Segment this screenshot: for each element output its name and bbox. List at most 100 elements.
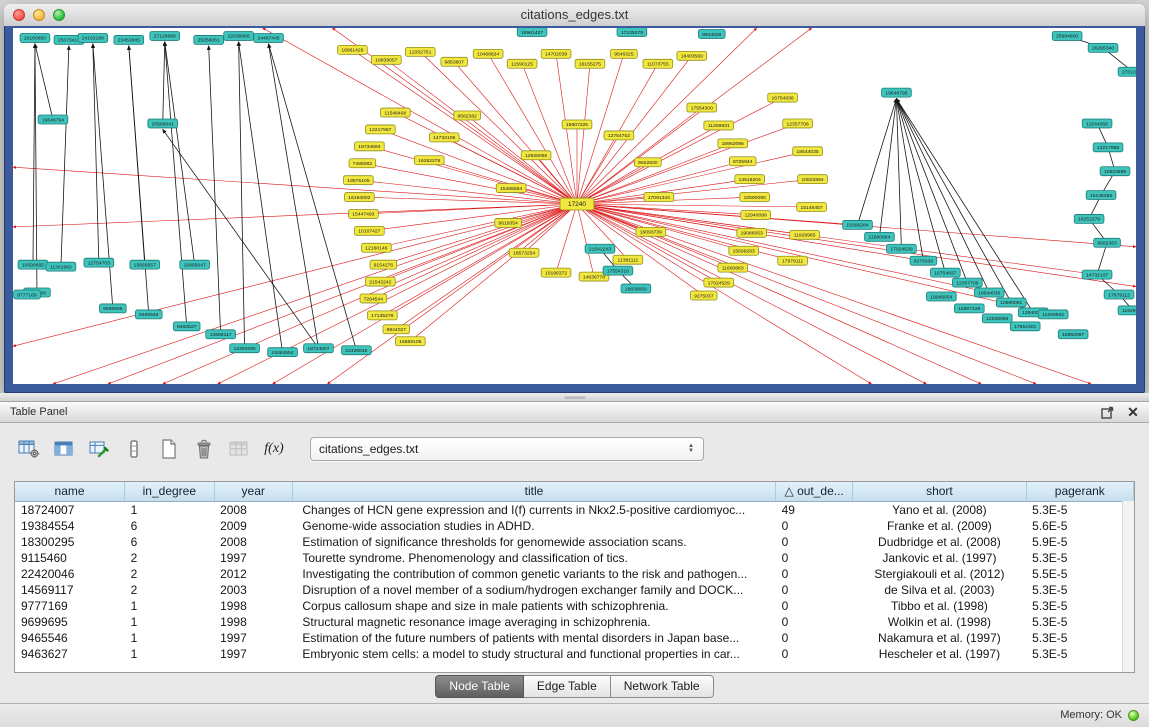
graph-edge[interactable] [577,204,594,277]
graph-edge[interactable] [273,204,577,384]
graph-node[interactable]: 17979111 [778,256,808,265]
graph-node[interactable]: 10468624 [473,49,503,58]
graph-node[interactable]: 18403560 [677,51,707,60]
column-header-title[interactable]: title [292,482,775,501]
graph-node[interactable]: 9853807 [441,57,468,66]
graph-node[interactable]: 8944027 [383,325,410,334]
graph-node[interactable]: 12202751 [405,47,435,56]
graph-node[interactable]: 11544069 [1082,119,1112,128]
graph-node[interactable]: 25056061 [194,35,224,44]
table-source-selector[interactable]: citations_edges.txt ▲▼ [310,437,704,461]
graph-node[interactable]: 9546325 [611,49,638,58]
graph-node[interactable]: 17554301 [1010,322,1040,331]
graph-node[interactable]: 25984600 [1052,31,1082,40]
edit-table-button[interactable] [86,436,112,462]
graph-node[interactable]: 9582382 [454,111,481,120]
column-header-out-de[interactable]: △ out_de... [776,482,853,501]
table-row[interactable]: 911546021997Tourette syndrome. Phenomeno… [15,550,1134,566]
graph-edge[interactable] [896,99,967,283]
graph-edge[interactable] [386,60,577,204]
graph-node[interactable]: 16962097 [1058,330,1088,339]
graph-node[interactable]: 16093739 [636,227,666,236]
new-document-button[interactable] [156,436,182,462]
graph-node[interactable]: 9582383 [1094,238,1121,247]
graph-edge[interactable] [373,204,577,298]
graph-node[interactable]: 12938058 [521,151,551,160]
graph-node[interactable]: 9154276 [370,260,397,269]
graph-edge[interactable] [108,204,577,384]
table-row[interactable]: 977716911998Corpus callosum shape and si… [15,598,1134,614]
tab-edge-table[interactable]: Edge Table [524,675,611,698]
graph-node[interactable]: 15907225 [562,120,592,129]
graph-node[interactable]: 14732107 [1082,270,1112,279]
graph-node[interactable]: 14732106 [429,133,459,142]
graph-node[interactable]: 14702039 [541,49,571,58]
graph-node[interactable]: 17135278 [367,311,397,320]
graph-edge[interactable] [33,44,35,265]
graph-node[interactable]: 26295340 [1088,43,1118,52]
graph-node[interactable]: 8725944 [729,157,756,166]
graph-node[interactable]: 20566041 [148,119,178,128]
graph-node[interactable]: 24162188 [78,33,108,42]
graph-node[interactable]: 18724007 [304,344,334,353]
graph-edge[interactable] [163,42,165,124]
graph-node[interactable]: 18573254 [509,248,539,257]
graph-node[interactable]: 16961427 [517,28,547,36]
graph-node[interactable]: 15659105 [395,337,425,346]
graph-node[interactable]: 16754836 [768,93,798,102]
graph-node[interactable]: 15907226 [954,304,984,313]
graph-hub-node[interactable]: 17240 [560,198,594,210]
table-scrollbar[interactable] [1122,501,1134,672]
graph-node[interactable]: 11381111 [613,255,643,264]
graph-edge[interactable] [577,204,989,293]
graph-node[interactable]: 18544035 [793,147,823,156]
column-header-name[interactable]: name [15,482,125,501]
graph-edge[interactable] [13,167,577,204]
graph-node[interactable]: 10590665 [18,260,48,269]
graph-node[interactable]: 21542243 [585,244,615,253]
table-row[interactable]: 1830029562008Estimation of significance … [15,534,1134,550]
graph-node[interactable]: 16754837 [930,268,960,277]
graph-node[interactable]: 19086054 [926,292,956,301]
graph-node[interactable]: 12357709 [952,278,982,287]
graph-edge[interactable] [209,46,221,334]
graph-node[interactable]: 16905647 [180,260,210,269]
graph-edge[interactable] [577,204,1136,287]
graph-node[interactable]: 12754702 [604,131,634,140]
tab-network-table[interactable]: Network Table [611,675,714,698]
panel-splitter[interactable] [0,393,1149,401]
graph-node[interactable]: 18839058 [621,284,651,293]
row-height-button[interactable] [121,436,147,462]
graph-node[interactable]: 15447493 [349,209,379,218]
graph-node[interactable]: 12357708 [783,119,813,128]
graph-node[interactable]: 16961426 [338,45,368,54]
graph-node[interactable]: 18544036 [974,288,1004,297]
graph-node[interactable]: 11929965 [790,230,820,239]
graph-edge[interactable] [35,44,53,120]
graph-node[interactable]: 19086053 [737,228,767,237]
graph-node[interactable]: 11208932 [1038,310,1068,319]
graph-edge[interactable] [396,204,577,329]
graph-node[interactable]: 9822830 [635,158,662,167]
graph-node[interactable]: 12754703 [84,258,114,267]
graph-node[interactable]: 15466554 [496,184,526,193]
graph-node[interactable]: 15146457 [797,203,827,212]
float-panel-icon[interactable] [1099,404,1115,420]
graph-node[interactable]: 19648794 [38,115,68,124]
graph-node[interactable]: 22420046 [342,346,372,355]
graph-node[interactable]: 15669557 [130,260,160,269]
network-canvas[interactable]: 1154840812217987197345937485083185751051… [13,28,1136,384]
graph-node[interactable]: 12160146 [361,243,391,252]
import-table-button[interactable] [226,436,252,462]
graph-node[interactable]: 12217988 [1093,143,1123,152]
graph-node[interactable]: 10823894 [798,175,828,184]
graph-node[interactable]: 10823895 [1100,167,1130,176]
graph-edge[interactable] [536,155,577,204]
graph-node[interactable]: 21542242 [365,277,395,286]
function-builder-button[interactable]: f(x) [261,436,287,462]
show-columns-button[interactable] [51,436,77,462]
graph-edge[interactable] [420,52,577,204]
graph-node[interactable]: 7264544 [360,294,387,303]
graph-edge[interactable] [577,204,871,384]
graph-node[interactable]: 27126669 [150,31,180,40]
